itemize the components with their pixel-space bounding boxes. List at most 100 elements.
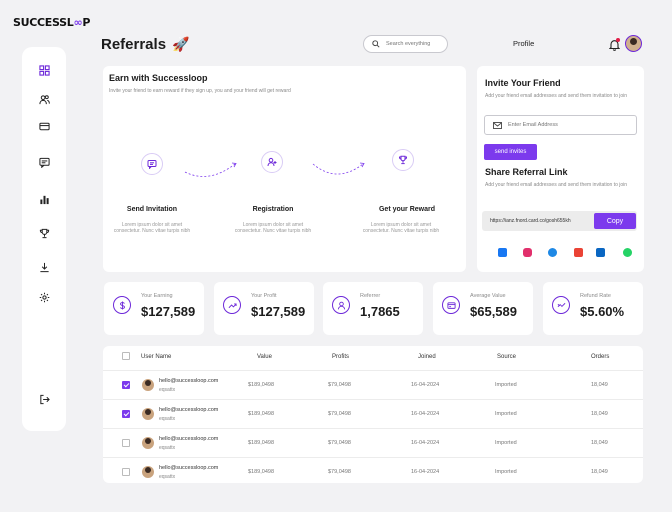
search-input[interactable] [386,41,446,47]
earn-card: Earn with Successloop Invite your friend… [103,66,466,272]
col-header-value[interactable]: Value [257,354,272,360]
col-header-joined[interactable]: Joined [418,354,436,360]
step-title-2: Registration [252,206,294,213]
gmail-icon[interactable] [574,248,583,257]
col-header-orders[interactable]: Orders [591,354,609,360]
row-handle: eqsattx [159,387,176,393]
email-field[interactable] [484,115,637,135]
row-source: Imported [495,411,517,417]
row-checkbox[interactable] [122,468,130,476]
col-header-source[interactable]: Source [497,354,516,360]
instagram-icon[interactable] [523,248,532,257]
row-profits: $79,0498 [328,411,351,417]
dollar-icon [113,296,131,314]
row-value: $189,0498 [248,382,274,388]
row-profits: $79,0498 [328,382,351,388]
row-source: Imported [495,469,517,475]
row-email: hello@successloop.com [159,378,219,384]
search-icon [372,40,380,48]
linkedin-icon[interactable] [596,248,605,257]
row-joined: 16-04-2024 [411,382,440,388]
wallet-icon [442,296,460,314]
select-all-checkbox[interactable] [122,352,130,360]
step-title-3: Get your Reward [378,206,435,213]
row-joined: 16-04-2024 [411,469,440,475]
page-title-text: Referrals [101,36,167,53]
share-title: Share Referral Link [485,167,568,177]
dashboard-icon[interactable] [36,62,52,78]
user-avatar[interactable] [625,35,642,52]
user-add-icon [261,151,283,173]
facebook-icon[interactable] [498,248,507,257]
row-handle: eqsattx [159,445,176,451]
whatsapp-icon[interactable] [623,248,632,257]
row-checkbox[interactable] [122,410,130,418]
row-handle: eqsattx [159,416,176,422]
col-header-profits[interactable]: Profits [332,354,349,360]
stat-label: Refund Rate [580,293,611,299]
row-orders: 18,049 [591,440,608,446]
chat-icon[interactable] [36,154,52,170]
step-title-1: Send Invitation [126,206,178,213]
row-checkbox[interactable] [122,439,130,447]
flow-arrow-1 [184,162,237,177]
invite-card: Invite Your Friend Add your friend email… [477,66,644,272]
notification-bell[interactable] [608,38,621,51]
row-checkbox[interactable] [122,381,130,389]
send-invites-button[interactable]: send invites [484,144,537,160]
stat-card-earning: Your Earning $127,589 [104,282,204,335]
logout-icon[interactable] [36,391,52,407]
profile-link[interactable]: Profile [513,39,534,48]
notification-dot [616,38,620,42]
table-row[interactable]: hello@successloop.com eqsattx $189,0498 … [103,428,643,457]
stat-card-average: Average Value $65,589 [433,282,533,335]
row-handle: eqsattx [159,474,176,480]
row-avatar [142,379,154,391]
gear-icon[interactable] [36,289,52,305]
chart-icon[interactable] [36,191,52,207]
stat-value: $127,589 [251,304,306,319]
table-row[interactable]: hello@successloop.com eqsattx $189,0498 … [103,399,643,428]
share-subtitle: Add your friend email addresses and send… [485,182,628,188]
col-header-username[interactable]: User Name [141,354,171,360]
copy-button[interactable]: Copy [594,213,636,229]
messenger-icon[interactable] [548,248,557,257]
brand-loop-mark: ∞ [73,16,83,29]
stat-value: $127,589 [141,304,196,319]
stat-card-referrer: Referrer 1,7865 [323,282,423,335]
row-email: hello@successloop.com [159,465,219,471]
row-email: hello@successloop.com [159,407,219,413]
card-icon[interactable] [36,118,52,134]
row-source: Imported [495,440,517,446]
row-avatar [142,408,154,420]
trophy-icon[interactable] [36,225,52,241]
step-desc-1b: consectetur. Nunc vitae turpis nibh [113,228,191,234]
row-avatar [142,437,154,449]
sidebar [22,47,66,431]
users-table: User Name Value Profits Joined Source Or… [103,346,643,483]
invite-title: Invite Your Friend [485,78,561,88]
row-orders: 18,049 [591,382,608,388]
table-row[interactable]: hello@successloop.com eqsattx $189,0498 … [103,370,643,399]
user-icon [332,296,350,314]
download-icon[interactable] [36,259,52,275]
email-input[interactable] [508,122,628,128]
users-icon[interactable] [36,91,52,107]
flow-arrow-2 [312,162,365,175]
row-avatar [142,466,154,478]
stat-label: Your Profit [251,293,277,299]
step-desc-3b: consectetur. Nunc vitae turpis nibh [362,228,440,234]
message-icon [141,153,163,175]
rocket-icon: 🚀 [172,36,190,52]
step-desc-2b: consectetur. Nunc vitae turpis nibh [234,228,312,234]
table-row[interactable]: hello@successloop.com eqsattx $189,0498 … [103,457,643,486]
stat-label: Average Value [470,293,506,299]
row-joined: 16-04-2024 [411,440,440,446]
row-value: $189,0498 [248,440,274,446]
row-orders: 18,049 [591,411,608,417]
row-email: hello@successloop.com [159,436,219,442]
stat-value: $65,589 [470,304,517,319]
search-bar[interactable] [363,35,448,53]
invite-subtitle: Add your friend email addresses and send… [485,93,628,99]
stat-label: Referrer [360,293,381,299]
